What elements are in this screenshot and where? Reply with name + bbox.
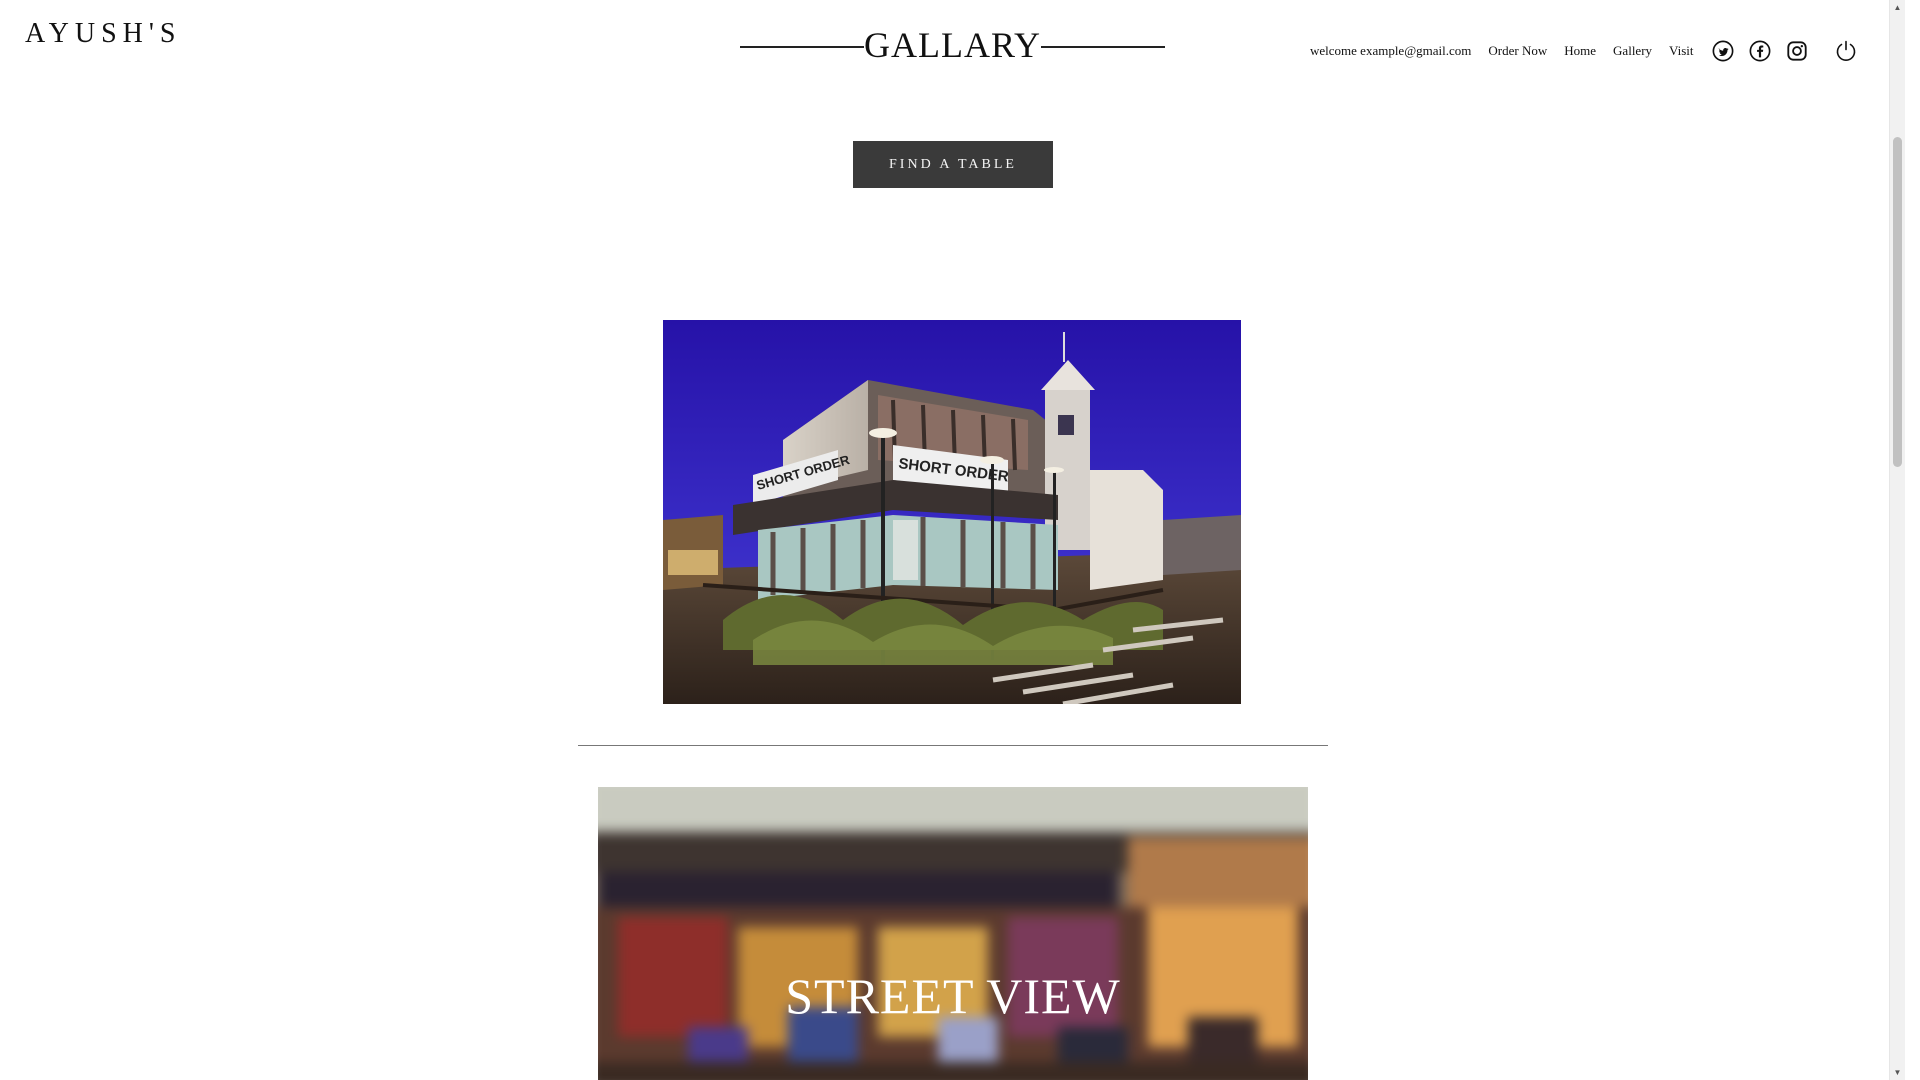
- section-divider: [578, 745, 1328, 746]
- twitter-icon[interactable]: [1711, 39, 1735, 63]
- gallery-photo-restaurant-night: SHORT ORDER SHORT ORDER: [663, 320, 1241, 704]
- nav-visit[interactable]: Visit: [1669, 43, 1694, 59]
- brand-logo[interactable]: AYUSH'S: [25, 18, 182, 50]
- street-view-caption: STREET VIEW: [785, 968, 1121, 1024]
- find-a-table-button[interactable]: FIND A TABLE: [853, 141, 1053, 188]
- power-icon[interactable]: [1834, 39, 1858, 63]
- instagram-icon[interactable]: [1785, 39, 1809, 63]
- facebook-icon[interactable]: [1748, 39, 1772, 63]
- title-right-rule: [1041, 46, 1165, 48]
- scroll-thumb[interactable]: [1893, 137, 1902, 467]
- nav-home[interactable]: Home: [1564, 43, 1596, 59]
- street-view-image: [598, 787, 1308, 1080]
- top-nav: welcome example@gmail.com Order Now Home…: [1310, 34, 1871, 68]
- page: AYUSH'S GALLARY welcome example@gmail.co…: [0, 0, 1905, 1080]
- scroll-up-arrow-icon[interactable]: ▲: [1890, 0, 1905, 15]
- nav-gallery[interactable]: Gallery: [1613, 43, 1652, 59]
- scroll-down-arrow-icon[interactable]: ▼: [1890, 1065, 1905, 1080]
- page-scrollbar[interactable]: ▲ ▼: [1889, 0, 1905, 1080]
- page-title-group: GALLARY: [740, 22, 1165, 68]
- nav-order-now[interactable]: Order Now: [1488, 43, 1547, 59]
- page-title: GALLARY: [864, 25, 1041, 65]
- title-left-rule: [740, 46, 864, 48]
- gallery-photo-street-view: STREET VIEW: [598, 787, 1308, 1080]
- welcome-text: welcome example@gmail.com: [1310, 43, 1472, 58]
